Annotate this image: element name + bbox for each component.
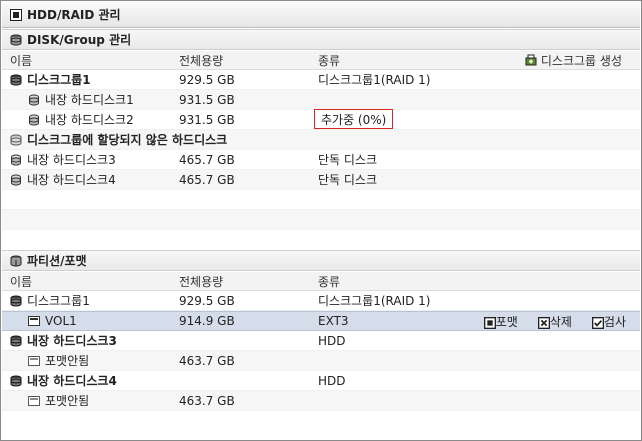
volume-actions: 포맷 삭제 검사 (483, 312, 626, 330)
col-size: 전체용량 (179, 53, 224, 68)
disk-group-icon (10, 295, 22, 307)
row-type: 단독 디스크 (318, 173, 378, 187)
row-name: 디스크그룹1 (27, 294, 90, 308)
empty-row (2, 210, 640, 230)
check-icon (591, 316, 604, 329)
col-size: 전체용량 (179, 274, 224, 289)
col-name: 이름 (10, 274, 33, 289)
table-row[interactable]: 포맷안됨 463.7 GB (2, 351, 640, 371)
disk-group-section-title: DISK/Group 관리 (27, 33, 132, 47)
hdd-icon (10, 335, 22, 347)
delete-button[interactable]: 삭제 (537, 313, 572, 330)
row-size: 465.7 GB (179, 172, 235, 187)
window-title: HDD/RAID 관리 (27, 8, 121, 22)
format-button[interactable]: 포맷 (483, 313, 518, 330)
row-size: 931.5 GB (179, 112, 235, 127)
row-name: 내장 하드디스크4 (27, 173, 116, 187)
row-name: 내장 하드디스크3 (27, 153, 116, 167)
format-icon (483, 316, 496, 329)
row-name: 내장 하드디스크1 (45, 93, 134, 107)
window-box-icon (10, 8, 22, 21)
table-row[interactable]: 디스크그룹1 929.5 GB 디스크그룹1(RAID 1) (2, 291, 640, 311)
hdd-icon (28, 94, 40, 106)
row-type: 단독 디스크 (318, 153, 378, 167)
hdd-icon (10, 174, 22, 186)
disk-group-section-header: DISK/Group 관리 (2, 29, 640, 50)
table-row[interactable]: 내장 하드디스크3 HDD (2, 331, 640, 351)
check-button[interactable]: 검사 (591, 313, 626, 330)
table-row[interactable]: 내장 하드디스크4 HDD (2, 371, 640, 391)
row-name: 포맷안됨 (45, 394, 90, 408)
table-row-selected[interactable]: VOL1 914.9 GB EXT3 포맷 삭제 검사 (2, 311, 640, 331)
volume-icon (28, 315, 40, 327)
row-name: 디스크그룹에 할당되지 않은 하드디스크 (27, 133, 228, 147)
disk-group-icon (10, 74, 22, 86)
delete-label: 삭제 (549, 314, 572, 329)
partition-column-header: 이름 전체용량 종류 (2, 272, 640, 291)
row-name: VOL1 (45, 314, 77, 328)
create-disk-group-label: 디스크그룹 생성 (540, 53, 622, 68)
row-size: 465.7 GB (179, 152, 235, 167)
col-type: 종류 (318, 274, 341, 289)
row-size: 929.5 GB (179, 293, 235, 308)
table-row[interactable]: 내장 하드디스크1 931.5 GB (2, 90, 640, 110)
window-title-bar: HDD/RAID 관리 (2, 2, 640, 28)
table-row[interactable]: 내장 하드디스크2 931.5 GB 추가중 (0%) (2, 109, 640, 130)
delete-icon (537, 316, 550, 329)
rebuild-status-badge: 추가중 (0%) (314, 109, 394, 129)
empty-row (2, 230, 640, 250)
format-label: 포맷 (495, 314, 518, 329)
disk-group-column-header: 이름 전체용량 종류 디스크그룹 생성 (2, 51, 640, 70)
disk-stack-icon (10, 34, 22, 46)
row-type: 디스크그룹1(RAID 1) (318, 294, 431, 308)
row-size: 914.9 GB (179, 314, 235, 328)
table-row[interactable]: 디스크그룹1 929.5 GB 디스크그룹1(RAID 1) (2, 70, 640, 90)
hdd-icon (10, 154, 22, 166)
empty-row (2, 190, 640, 210)
table-row[interactable]: 내장 하드디스크3 465.7 GB 단독 디스크 (2, 150, 640, 170)
row-name: 디스크그룹1 (27, 73, 91, 87)
partition-section-title: 파티션/포맷 (27, 254, 87, 268)
create-disk-group-button[interactable]: 디스크그룹 생성 (525, 51, 622, 69)
row-size: 931.5 GB (179, 92, 235, 107)
row-type: 추가중 (0%) (321, 112, 387, 127)
row-name: 내장 하드디스크3 (27, 334, 117, 348)
row-type: HDD (318, 373, 346, 388)
row-name: 내장 하드디스크2 (45, 113, 134, 127)
hdd-icon (28, 114, 40, 126)
row-size: 463.7 GB (179, 393, 235, 408)
unformatted-icon (28, 395, 40, 407)
row-type: 디스크그룹1(RAID 1) (318, 73, 431, 87)
hdd-raid-window: HDD/RAID 관리 DISK/Group 관리 이름 전체용량 종류 디스크… (0, 0, 642, 441)
add-group-icon (525, 54, 537, 66)
table-row[interactable]: 내장 하드디스크4 465.7 GB 단독 디스크 (2, 170, 640, 190)
table-row[interactable]: 포맷안됨 463.7 GB (2, 391, 640, 411)
unassigned-disks-icon (10, 134, 22, 146)
partition-section-header: 파티션/포맷 (2, 250, 640, 271)
row-size: 929.5 GB (179, 72, 235, 87)
partition-icon (10, 255, 22, 267)
row-type: HDD (318, 333, 346, 348)
empty-row (2, 411, 640, 431)
check-label: 검사 (603, 314, 626, 329)
col-name: 이름 (10, 53, 33, 68)
row-name: 내장 하드디스크4 (27, 374, 117, 388)
col-type: 종류 (318, 53, 341, 68)
row-size: 463.7 GB (179, 353, 235, 368)
table-row[interactable]: 디스크그룹에 할당되지 않은 하드디스크 (2, 130, 640, 150)
row-type: EXT3 (318, 314, 349, 328)
row-name: 포맷안됨 (45, 354, 90, 368)
hdd-icon (10, 375, 22, 387)
unformatted-icon (28, 355, 40, 367)
